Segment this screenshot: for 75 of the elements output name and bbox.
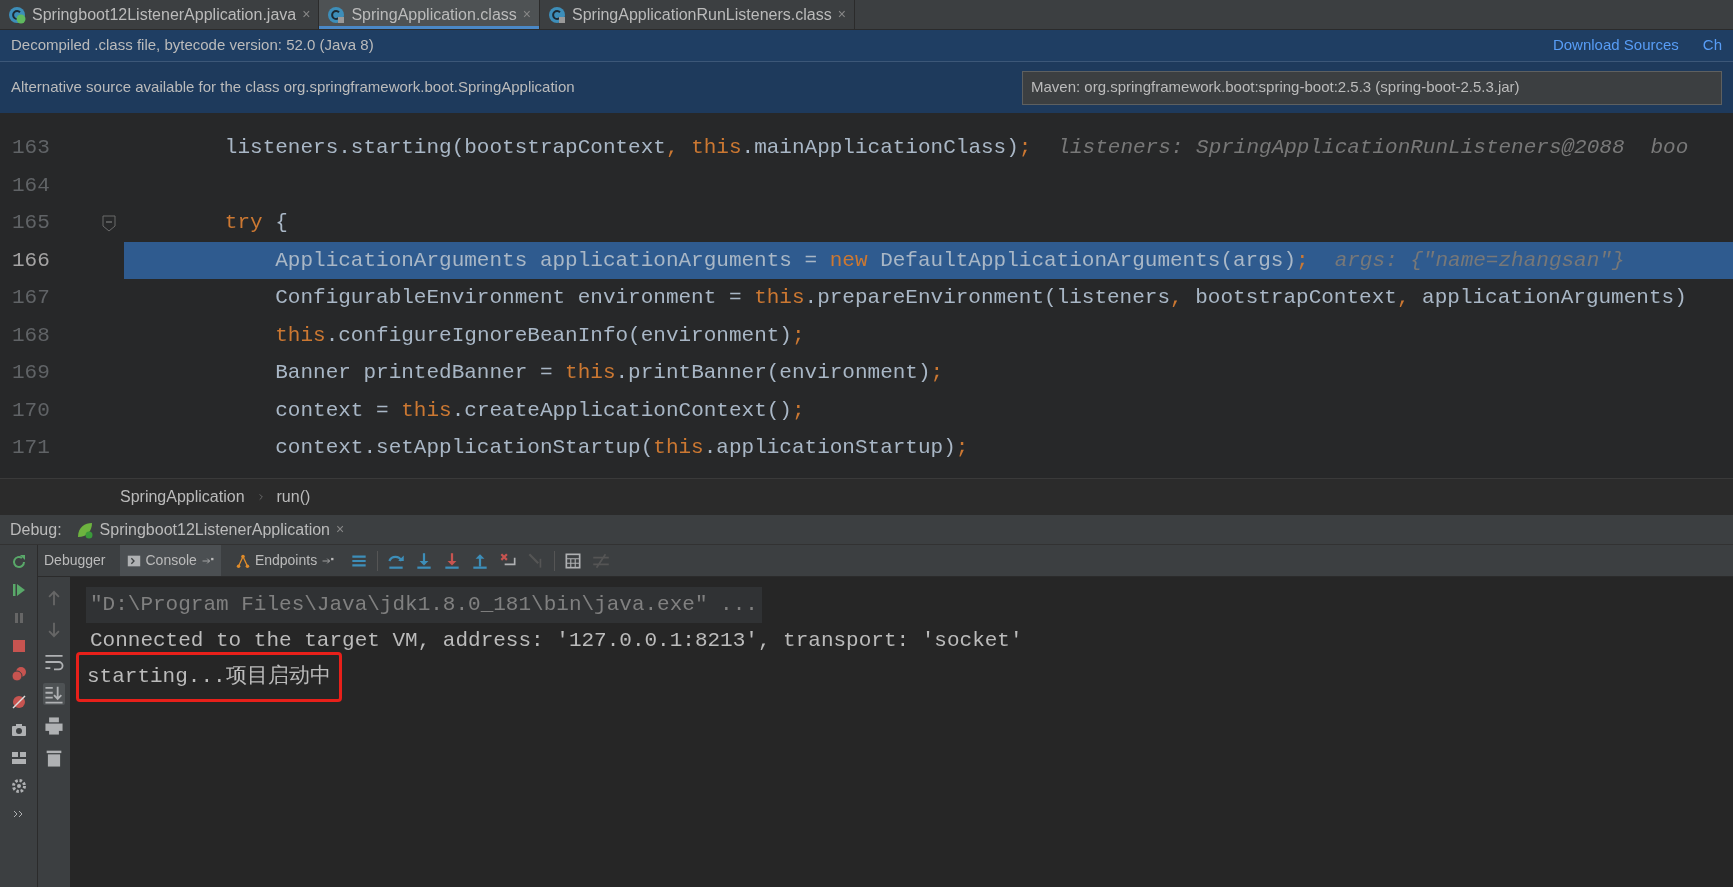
panel-label: Debug:: [10, 519, 62, 540]
code-text: context =: [275, 397, 390, 424]
line-number: 166: [11, 247, 51, 274]
close-icon[interactable]: ×: [302, 4, 311, 25]
fold-icon[interactable]: [100, 213, 118, 232]
line-number: 165: [11, 210, 51, 236]
code-text: context.setApplicationStartup(: [275, 435, 654, 461]
code-text: ,: [1170, 285, 1183, 311]
layout-icon[interactable]: [9, 749, 28, 767]
code-text: .prepareEnvironment(listeners: [804, 285, 1170, 311]
banner-text: Alternative source available for the class org.springframework.boot.SpringApplication: [11, 77, 575, 98]
code-text: this: [565, 360, 616, 386]
code-text: bootstrapContext: [1195, 285, 1397, 311]
code-text: ApplicationArguments applicationArguments =: [275, 247, 819, 274]
close-icon[interactable]: ×: [837, 4, 846, 25]
nodes-icon: [234, 552, 251, 569]
file-tab[interactable]: SpringApplication.class ×: [319, 0, 540, 29]
code-text: .mainApplicationClass): [741, 135, 1019, 161]
code-text: .configureIgnoreBeanInfo(environment): [325, 322, 792, 349]
console-line: Connected to the target VM, address: '127.0.0.1:8213', transport: 'socket': [89, 628, 1024, 655]
debug-tab[interactable]: Debugger: [38, 545, 112, 576]
code-text: DefaultApplicationArguments(args): [880, 247, 1297, 274]
code-text: new: [829, 247, 868, 274]
code-text: this: [275, 322, 326, 349]
code-text: this: [653, 435, 704, 461]
code-text: ;: [791, 322, 805, 349]
line-number: 170: [11, 397, 51, 424]
line-number: 167: [11, 285, 51, 311]
code-text: this: [691, 135, 742, 161]
debug-tab[interactable]: Endpoints: [228, 545, 342, 576]
line-number: 171: [11, 435, 51, 461]
banner-link[interactable]: Download Sources: [1552, 34, 1679, 57]
line-number: 163: [11, 135, 51, 161]
code-text: Banner printedBanner =: [275, 360, 554, 386]
leaf-icon: [75, 520, 94, 539]
code-text: .createApplicationContext(): [451, 397, 792, 424]
code-text: .applicationStartup): [703, 435, 956, 461]
code-text: ,: [665, 135, 679, 161]
code-text: ;: [1296, 247, 1309, 274]
code-text: try: [224, 210, 263, 236]
code-text: {: [275, 210, 288, 236]
code-text: ,: [1396, 285, 1410, 311]
class-file-icon: [327, 5, 346, 24]
camera-icon[interactable]: [9, 721, 28, 739]
code-text: .printBanner(environment): [615, 360, 931, 386]
code-text: ;: [791, 397, 805, 424]
breakpoints-icon[interactable]: [9, 665, 28, 683]
session-tab[interactable]: Springboot12ListenerApplication ×: [75, 517, 345, 542]
line-number: 168: [11, 322, 51, 349]
close-icon[interactable]: ×: [336, 519, 345, 540]
code-text: applicationArguments): [1422, 285, 1687, 311]
scroll-to-end-icon[interactable]: [43, 683, 65, 705]
line-number: 169: [11, 360, 51, 386]
breadcrumb-item[interactable]: SpringApplication: [120, 485, 245, 509]
code-text: ;: [1018, 135, 1032, 161]
inline-hint: args: {"name=zhangsan"}: [1334, 247, 1625, 274]
class-file-icon: [548, 5, 566, 24]
line-number: 164: [11, 172, 51, 199]
code-text: ;: [955, 435, 969, 461]
inline-hint: boo: [1650, 135, 1689, 161]
code-text: this: [401, 397, 452, 424]
file-tab[interactable]: SpringApplicationRunListeners.class ×: [540, 0, 855, 29]
code-text: ConfigurableEnvironment environment =: [275, 285, 743, 311]
settings-icon[interactable]: [9, 777, 28, 795]
banner-link[interactable]: Ch: [1702, 34, 1722, 57]
class-file-icon: [8, 5, 26, 24]
code-text: listeners.starting(bootstrapContext: [224, 135, 666, 161]
banner-text: Decompiled .class file, bytecode version: 52.0 (Java 8): [11, 35, 374, 56]
inline-hint: listeners: SpringApplicationRunListeners@2088: [1057, 135, 1625, 161]
print-icon[interactable]: [43, 715, 65, 737]
code-text: this: [754, 285, 805, 311]
code-text: ;: [930, 360, 944, 386]
breadcrumb-item[interactable]: run(): [276, 485, 311, 509]
source-dropdown[interactable]: Maven: org.springframework.boot:spring-boot:2.5.3 (spring-boot-2.5.3.jar): [1022, 70, 1722, 105]
debug-tab[interactable]: Console: [119, 545, 221, 576]
